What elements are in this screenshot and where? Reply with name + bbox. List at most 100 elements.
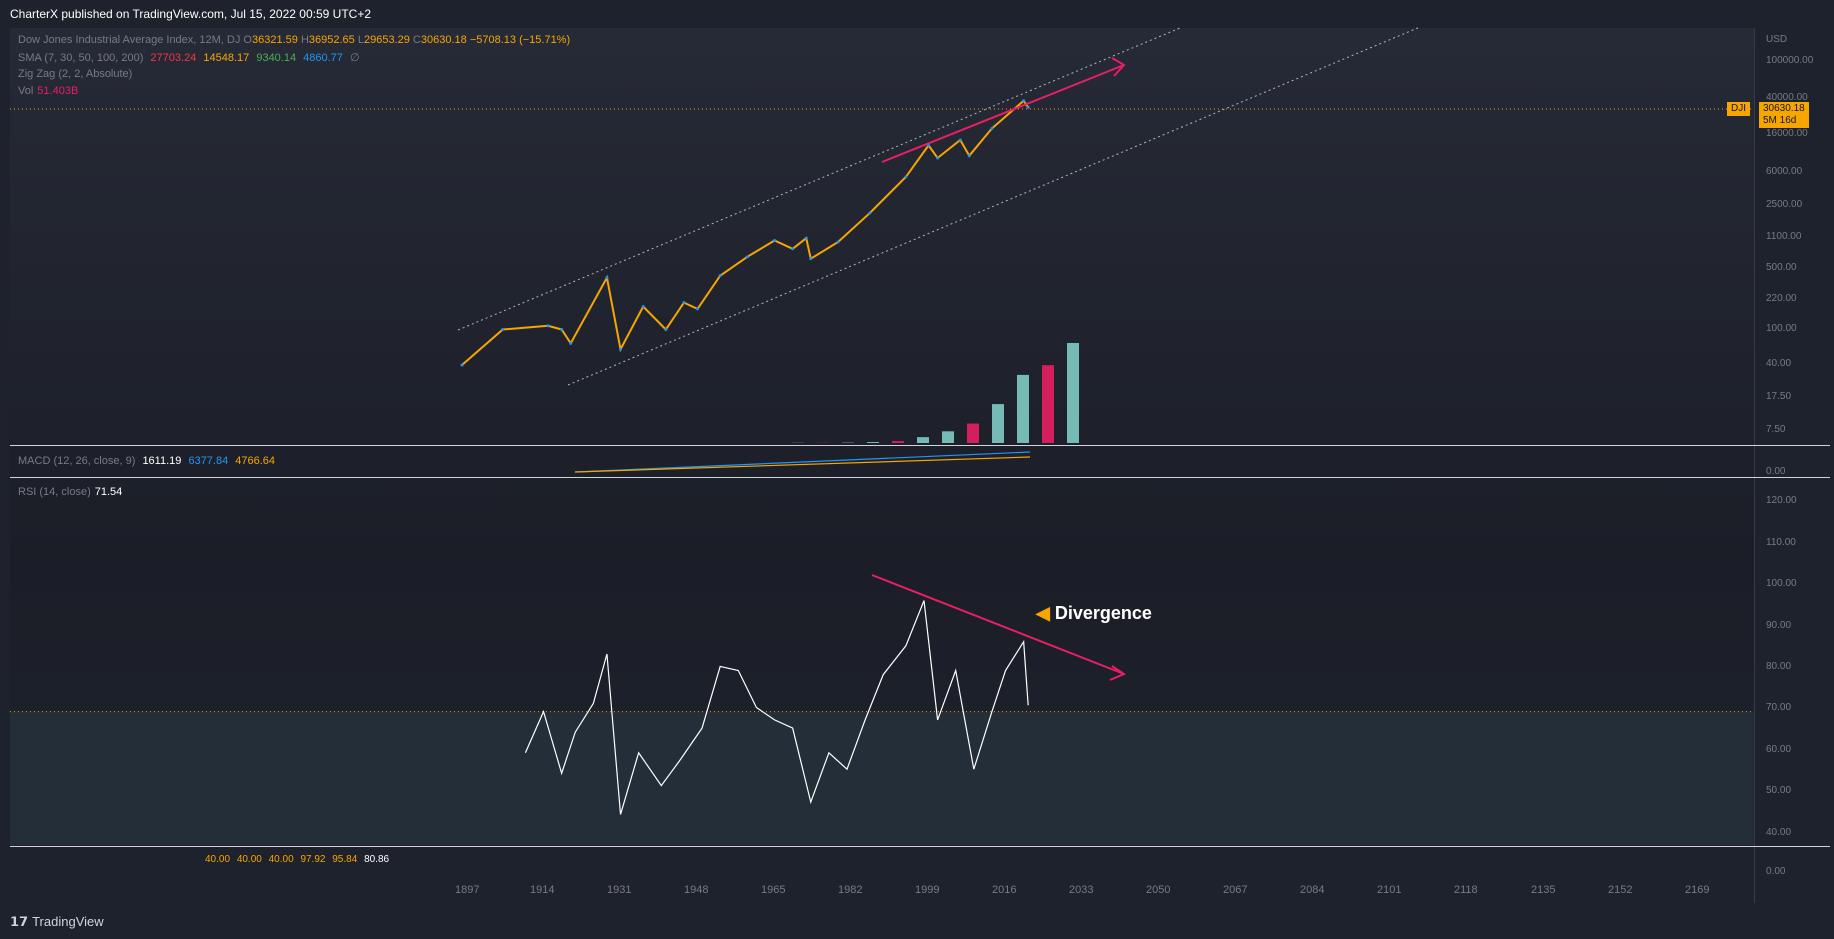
price-point xyxy=(501,327,505,331)
price-point xyxy=(958,138,962,142)
sma100-value: 4860.77 xyxy=(303,52,343,64)
time-tick: 2152 xyxy=(1608,884,1633,896)
volume-bar xyxy=(967,423,979,443)
volume-bar xyxy=(1017,374,1029,443)
price-tick: 1100.00 xyxy=(1766,231,1802,242)
axis-currency: USD xyxy=(1766,34,1788,45)
ohlc-close: 30630.18 xyxy=(420,34,467,46)
footer-brand[interactable]: 𝟭𝟳 TradingView xyxy=(10,914,104,930)
time-tick: 2101 xyxy=(1377,884,1402,896)
time-tick: 2118 xyxy=(1454,884,1478,896)
price-point xyxy=(990,126,994,130)
zigzag-legend[interactable]: Zig Zag (2, 2, Absolute) xyxy=(18,68,132,80)
price-point xyxy=(682,301,686,305)
price-point xyxy=(809,257,813,261)
divergence-annotation[interactable]: ◀ Divergence xyxy=(1036,603,1152,624)
price-tick: 220.00 xyxy=(1766,293,1797,304)
chart-canvas[interactable] xyxy=(0,0,1834,939)
volume-bar xyxy=(992,404,1004,443)
price-point xyxy=(605,276,609,280)
price-point xyxy=(460,363,464,367)
rsi-tick: 90.00 xyxy=(1766,620,1792,631)
rsi-tick: 40.00 xyxy=(1766,827,1792,838)
rsi-tick: 100.00 xyxy=(1766,578,1797,589)
rsi-tick: 80.00 xyxy=(1766,661,1792,672)
volume-value: 51.403B xyxy=(37,85,79,97)
time-tick: 2135 xyxy=(1531,884,1556,896)
price-point xyxy=(1022,99,1026,103)
price-tick: 7.50 xyxy=(1766,424,1786,435)
price-point xyxy=(745,255,749,259)
channel-upper-line xyxy=(457,27,1181,331)
rsi-legend[interactable]: RSI (14, close) 71.54 xyxy=(18,486,122,498)
time-tick: 2067 xyxy=(1223,884,1248,896)
price-tick: 17.50 xyxy=(1766,391,1792,402)
symbol-title: Dow Jones Industrial Average Index, 12M,… xyxy=(18,34,241,46)
time-tick: 1965 xyxy=(761,884,786,896)
rsi-divergence-arrowhead xyxy=(1109,665,1127,681)
volume-legend[interactable]: Vol 51.403B xyxy=(18,85,78,97)
divergence-label: Divergence xyxy=(1054,603,1152,623)
rsi-band xyxy=(10,711,1754,845)
tradingview-logo-icon: 𝟭𝟳 xyxy=(10,914,29,929)
time-tick: 1948 xyxy=(684,884,709,896)
channel-lower-line xyxy=(567,26,1421,386)
price-tick: 100000.00 xyxy=(1766,55,1814,66)
time-tick: 2169 xyxy=(1685,884,1710,896)
sma30-value: 14548.17 xyxy=(203,52,250,64)
price-point xyxy=(1026,105,1030,109)
price-tick: 2500.00 xyxy=(1766,199,1803,210)
ohlc-high: 36952.65 xyxy=(308,34,355,46)
price-point xyxy=(696,307,700,311)
price-point xyxy=(804,236,808,240)
volume-bar xyxy=(892,441,904,443)
sma-legend[interactable]: SMA (7, 30, 50, 100, 200) 27703.24 14548… xyxy=(18,51,360,64)
macd-legend[interactable]: MACD (12, 26, close, 9) 1611.19 6377.84 … xyxy=(18,455,275,467)
ohlc-change: −5708.13 (−15.71%) xyxy=(469,34,571,46)
macd-value: 1611.19 xyxy=(142,455,182,467)
ohlc-open: 36321.59 xyxy=(251,34,298,46)
time-tick: 1914 xyxy=(530,884,555,896)
time-tick: 2084 xyxy=(1300,884,1325,896)
time-tick: 1897 xyxy=(455,884,480,896)
sma200-value: ∅ xyxy=(349,52,360,64)
price-point xyxy=(641,305,645,309)
time-tick: 1982 xyxy=(838,884,863,896)
price-tick: 6000.00 xyxy=(1766,166,1803,177)
price-point xyxy=(967,154,971,158)
price-point xyxy=(936,156,940,160)
bottom-tick: 0.00 xyxy=(1766,866,1786,877)
volume-bar xyxy=(1067,343,1079,443)
price-point xyxy=(773,239,777,243)
time-tick: 2050 xyxy=(1146,884,1171,896)
price-tick: 16000.00 xyxy=(1766,128,1808,139)
price-point xyxy=(836,240,840,244)
macd-signal-line xyxy=(574,456,1031,473)
macd-signal-value: 6377.84 xyxy=(188,455,229,467)
volume-bar xyxy=(867,442,879,443)
rsi-tick: 120.00 xyxy=(1766,495,1797,506)
time-tick: 2016 xyxy=(992,884,1017,896)
price-tick: 40.00 xyxy=(1766,358,1792,369)
price-point xyxy=(619,347,623,351)
price-point xyxy=(868,211,872,215)
time-tick: 1999 xyxy=(915,884,940,896)
sma7-value: 27703.24 xyxy=(150,52,197,64)
volume-bar xyxy=(942,431,954,443)
price-point xyxy=(664,327,668,331)
symbol-badge: DJI xyxy=(1727,102,1750,116)
rsi-tick: 60.00 xyxy=(1766,744,1792,755)
time-tick: 2033 xyxy=(1069,884,1094,896)
time-tick: 1931 xyxy=(607,884,632,896)
rsi-value: 71.54 xyxy=(94,486,123,498)
price-point xyxy=(791,247,795,251)
volume-bar xyxy=(1042,365,1054,443)
price-trend-arrow xyxy=(881,64,1125,163)
price-point xyxy=(569,341,573,345)
macd-line xyxy=(574,451,1031,473)
main-legend: Dow Jones Industrial Average Index, 12M,… xyxy=(18,34,571,46)
price-point xyxy=(904,175,908,179)
rsi-tick: 70.00 xyxy=(1766,702,1792,713)
bottom-indicator-legend[interactable]: 40.00 40.00 40.00 97.92 95.84 80.86 xyxy=(205,854,389,865)
price-tick: 100.00 xyxy=(1766,323,1797,334)
